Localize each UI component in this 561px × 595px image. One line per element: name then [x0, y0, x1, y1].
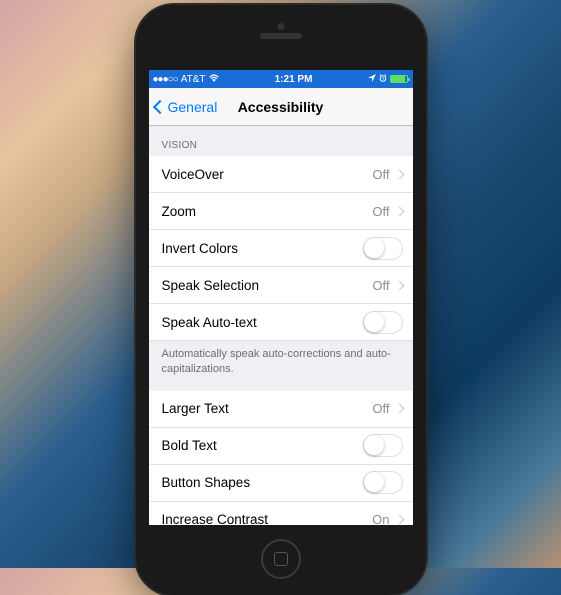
cell-speak-selection[interactable]: Speak Selection Off: [149, 267, 413, 304]
cell-label: Bold Text: [162, 438, 217, 453]
cell-speak-auto-text[interactable]: Speak Auto-text: [149, 304, 413, 341]
cell-label: Speak Auto-text: [162, 315, 257, 330]
section-header-vision: VISION: [149, 126, 413, 156]
screen: ●●●○○ AT&T 1:21 PM General: [149, 70, 413, 525]
cell-zoom[interactable]: Zoom Off: [149, 193, 413, 230]
cell-label: Invert Colors: [162, 241, 239, 256]
chevron-right-icon: [394, 280, 404, 290]
home-button[interactable]: [261, 539, 301, 579]
cell-button-shapes[interactable]: Button Shapes: [149, 465, 413, 502]
cell-increase-contrast[interactable]: Increase Contrast On: [149, 502, 413, 525]
status-bar: ●●●○○ AT&T 1:21 PM: [149, 70, 413, 88]
toggle-button-shapes[interactable]: [363, 471, 403, 494]
section-footer: Automatically speak auto-corrections and…: [149, 341, 413, 391]
toggle-bold-text[interactable]: [363, 434, 403, 457]
chevron-left-icon: [152, 99, 166, 113]
phone-frame: ●●●○○ AT&T 1:21 PM General: [136, 5, 426, 595]
battery-icon: [390, 75, 408, 83]
page-title: Accessibility: [238, 99, 324, 115]
toggle-invert-colors[interactable]: [363, 237, 403, 260]
cell-value: Off: [372, 204, 389, 219]
cell-invert-colors[interactable]: Invert Colors: [149, 230, 413, 267]
cell-value: On: [372, 512, 389, 525]
cell-value: Off: [372, 401, 389, 416]
cell-bold-text[interactable]: Bold Text: [149, 428, 413, 465]
chevron-right-icon: [394, 206, 404, 216]
clock: 1:21 PM: [275, 74, 313, 85]
carrier-label: AT&T: [181, 74, 206, 85]
toggle-speak-auto-text[interactable]: [363, 311, 403, 334]
cell-value: Off: [372, 167, 389, 182]
cell-label: Speak Selection: [162, 278, 260, 293]
cell-label: VoiceOver: [162, 167, 224, 182]
navigation-bar: General Accessibility: [149, 88, 413, 126]
cell-larger-text[interactable]: Larger Text Off: [149, 391, 413, 428]
signal-dots-icon: ●●●○○: [153, 74, 178, 85]
cell-label: Button Shapes: [162, 475, 251, 490]
back-label: General: [168, 99, 218, 115]
phone-camera: [277, 23, 284, 30]
cell-voiceover[interactable]: VoiceOver Off: [149, 156, 413, 193]
settings-content[interactable]: VISION VoiceOver Off Zoom Off Invert Col…: [149, 126, 413, 525]
chevron-right-icon: [394, 404, 404, 414]
cell-label: Increase Contrast: [162, 512, 269, 525]
chevron-right-icon: [394, 515, 404, 525]
alarm-icon: [379, 74, 387, 85]
phone-speaker: [260, 33, 302, 39]
location-icon: [368, 74, 376, 85]
wifi-icon: [209, 74, 219, 85]
cell-value: Off: [372, 278, 389, 293]
back-button[interactable]: General: [155, 99, 218, 115]
cell-label: Zoom: [162, 204, 197, 219]
chevron-right-icon: [394, 169, 404, 179]
cell-label: Larger Text: [162, 401, 229, 416]
